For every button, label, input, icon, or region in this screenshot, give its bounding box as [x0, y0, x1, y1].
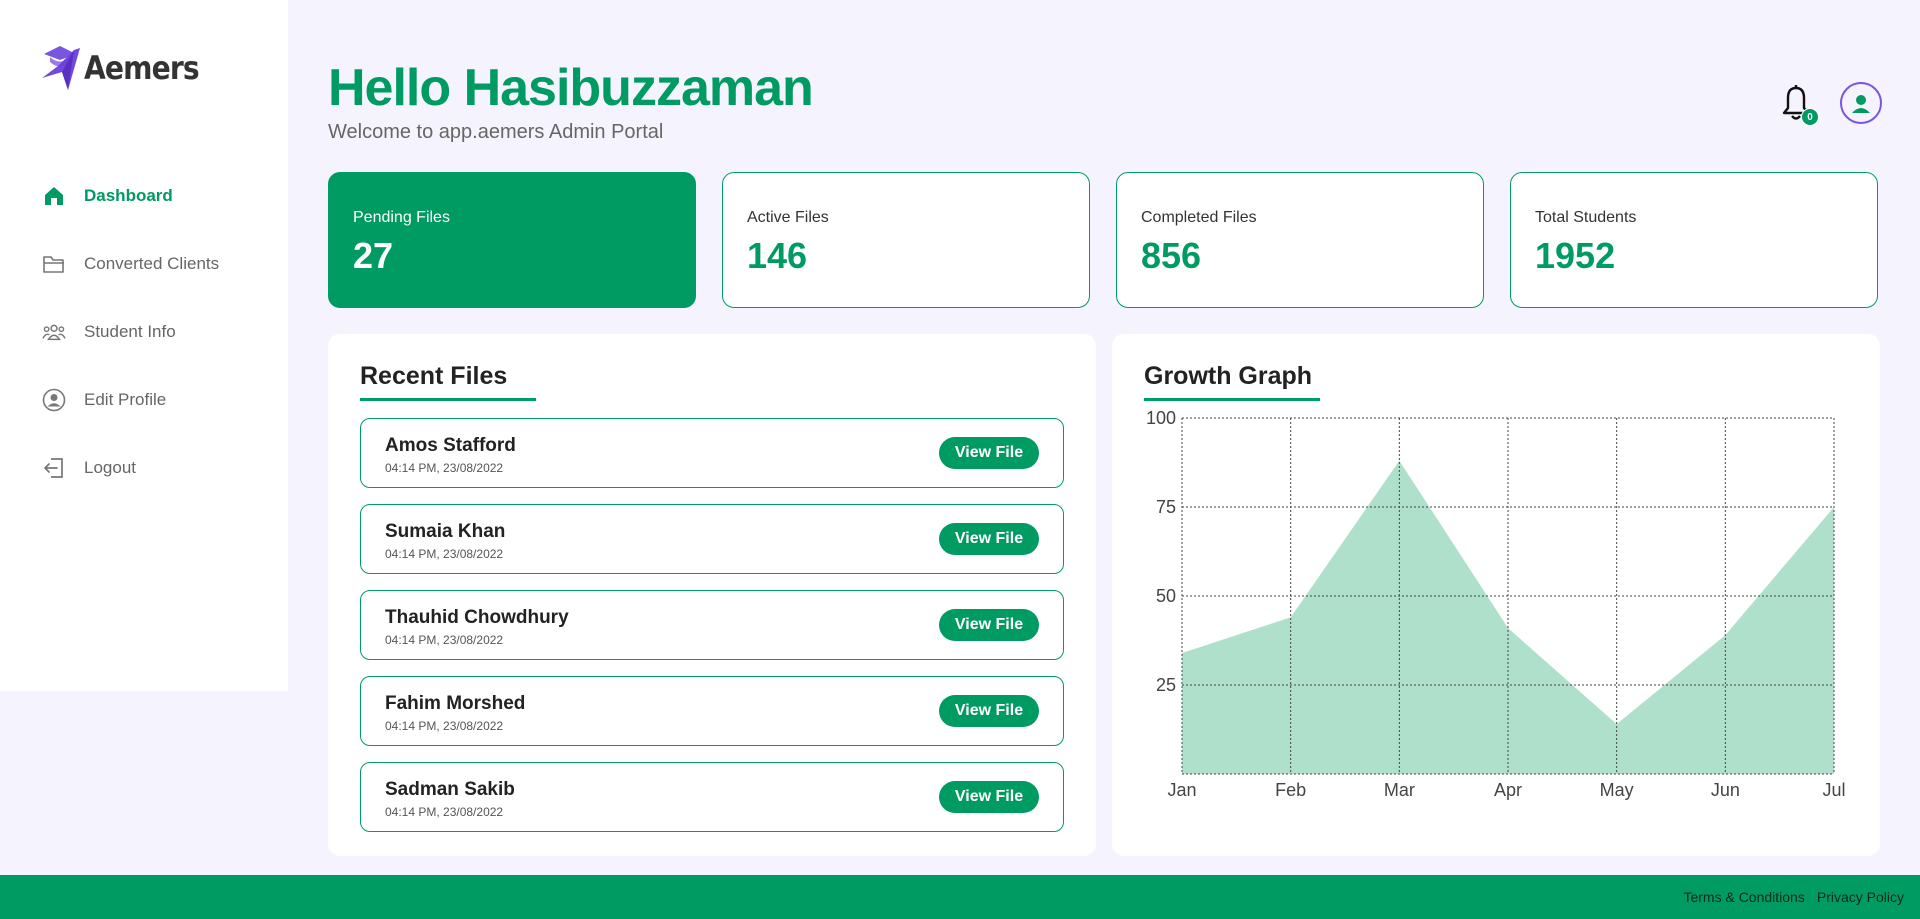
stat-value: 1952	[1535, 235, 1616, 276]
sidebar-item-label: Dashboard	[84, 186, 173, 205]
view-file-button[interactable]: View File	[939, 523, 1039, 555]
sidebar: Aemers Dashboard Converted Clients Stude…	[0, 0, 288, 691]
x-tick-label: May	[1600, 780, 1634, 800]
view-file-button[interactable]: View File	[939, 437, 1039, 469]
stat-label: Active Files	[747, 209, 829, 226]
logo-mark-icon	[42, 46, 80, 90]
brand-name: Aemers	[84, 49, 200, 87]
stat-label: Total Students	[1535, 209, 1637, 226]
x-tick-label: Jun	[1711, 780, 1740, 800]
growth-area-chart: 25 50 75 100 Jan Feb Mar Apr May Jun Jul	[1146, 408, 1846, 800]
file-timestamp: 04:14 PM, 23/08/2022	[385, 719, 504, 733]
file-timestamp: 04:14 PM, 23/08/2022	[385, 633, 504, 647]
x-tick-label: Mar	[1384, 780, 1415, 800]
file-client-name: Fahim Morshed	[385, 693, 526, 714]
view-file-button[interactable]: View File	[939, 695, 1039, 727]
sidebar-item-logout[interactable]: Logout	[0, 434, 288, 502]
sidebar-item-label: Converted Clients	[84, 254, 220, 273]
sidebar-item-converted-clients[interactable]: Converted Clients	[0, 230, 288, 298]
stat-card-pending-files[interactable]: Pending Files 27	[328, 172, 696, 308]
footer: Terms & Conditions Privacy Policy	[0, 875, 1920, 919]
y-tick-label: 75	[1156, 497, 1176, 517]
sidebar-item-label: Edit Profile	[84, 390, 167, 409]
sidebar-item-edit-profile[interactable]: Edit Profile	[0, 366, 288, 434]
stat-value: 27	[353, 235, 394, 276]
file-list-item: Sadman Sakib 04:14 PM, 23/08/2022 View F…	[360, 762, 1064, 832]
sidebar-item-label: Student Info	[84, 322, 176, 341]
user-circle-icon	[42, 388, 66, 412]
terms-link[interactable]: Terms & Conditions	[1683, 889, 1804, 905]
x-tick-label: Apr	[1494, 780, 1522, 800]
y-tick-label: 50	[1156, 586, 1176, 606]
file-client-name: Sadman Sakib	[385, 779, 515, 800]
file-list-item: Sumaia Khan 04:14 PM, 23/08/2022 View Fi…	[360, 504, 1064, 574]
profile-avatar-button[interactable]	[1840, 82, 1882, 124]
stat-card-total-students[interactable]: Total Students 1952	[1510, 172, 1878, 308]
page-title: Hello Hasibuzzaman	[328, 59, 814, 117]
view-file-button[interactable]: View File	[939, 781, 1039, 813]
view-file-button[interactable]: View File	[939, 609, 1039, 641]
file-timestamp: 04:14 PM, 23/08/2022	[385, 805, 504, 819]
sidebar-item-label: Logout	[84, 458, 136, 477]
x-tick-label: Jul	[1822, 780, 1845, 800]
y-tick-label: 100	[1146, 408, 1176, 428]
stat-label: Completed Files	[1141, 209, 1257, 226]
file-list-item: Amos Stafford 04:14 PM, 23/08/2022 View …	[360, 418, 1064, 488]
home-icon	[42, 184, 66, 208]
stat-label: Pending Files	[353, 209, 450, 226]
file-list-item: Fahim Morshed 04:14 PM, 23/08/2022 View …	[360, 676, 1064, 746]
sidebar-nav: Dashboard Converted Clients Student Info…	[0, 162, 288, 502]
file-client-name: Thauhid Chowdhury	[385, 607, 569, 628]
stat-card-completed-files[interactable]: Completed Files 856	[1116, 172, 1484, 308]
logout-icon	[42, 456, 66, 480]
x-tick-label: Jan	[1167, 780, 1196, 800]
page-subtitle: Welcome to app.aemers Admin Portal	[328, 121, 664, 143]
recent-files-panel: Recent Files Amos Stafford 04:14 PM, 23/…	[328, 334, 1096, 856]
file-timestamp: 04:14 PM, 23/08/2022	[385, 547, 504, 561]
recent-files-title: Recent Files	[360, 362, 508, 390]
sidebar-item-student-info[interactable]: Student Info	[0, 298, 288, 366]
y-tick-label: 25	[1156, 675, 1176, 695]
privacy-link[interactable]: Privacy Policy	[1817, 889, 1904, 905]
folder-icon	[42, 252, 66, 276]
sidebar-item-dashboard[interactable]: Dashboard	[0, 162, 288, 230]
notification-count-badge: 0	[1801, 108, 1819, 126]
file-client-name: Amos Stafford	[385, 435, 516, 456]
file-client-name: Sumaia Khan	[385, 521, 506, 542]
footer-links: Terms & Conditions Privacy Policy	[1683, 889, 1904, 905]
stat-value: 146	[747, 235, 808, 276]
file-list-item: Thauhid Chowdhury 04:14 PM, 23/08/2022 V…	[360, 590, 1064, 660]
user-avatar-icon	[1852, 95, 1870, 113]
x-tick-label: Feb	[1275, 780, 1306, 800]
stat-card-active-files[interactable]: Active Files 146	[722, 172, 1090, 308]
users-icon	[42, 320, 66, 344]
file-timestamp: 04:14 PM, 23/08/2022	[385, 461, 504, 475]
stat-value: 856	[1141, 235, 1202, 276]
title-underline	[360, 398, 536, 401]
growth-graph-panel: Growth Graph 25 50 75 100 Jan Feb Mar Apr May Jun…	[1112, 334, 1880, 856]
brand-logo[interactable]: Aemers	[40, 44, 214, 92]
